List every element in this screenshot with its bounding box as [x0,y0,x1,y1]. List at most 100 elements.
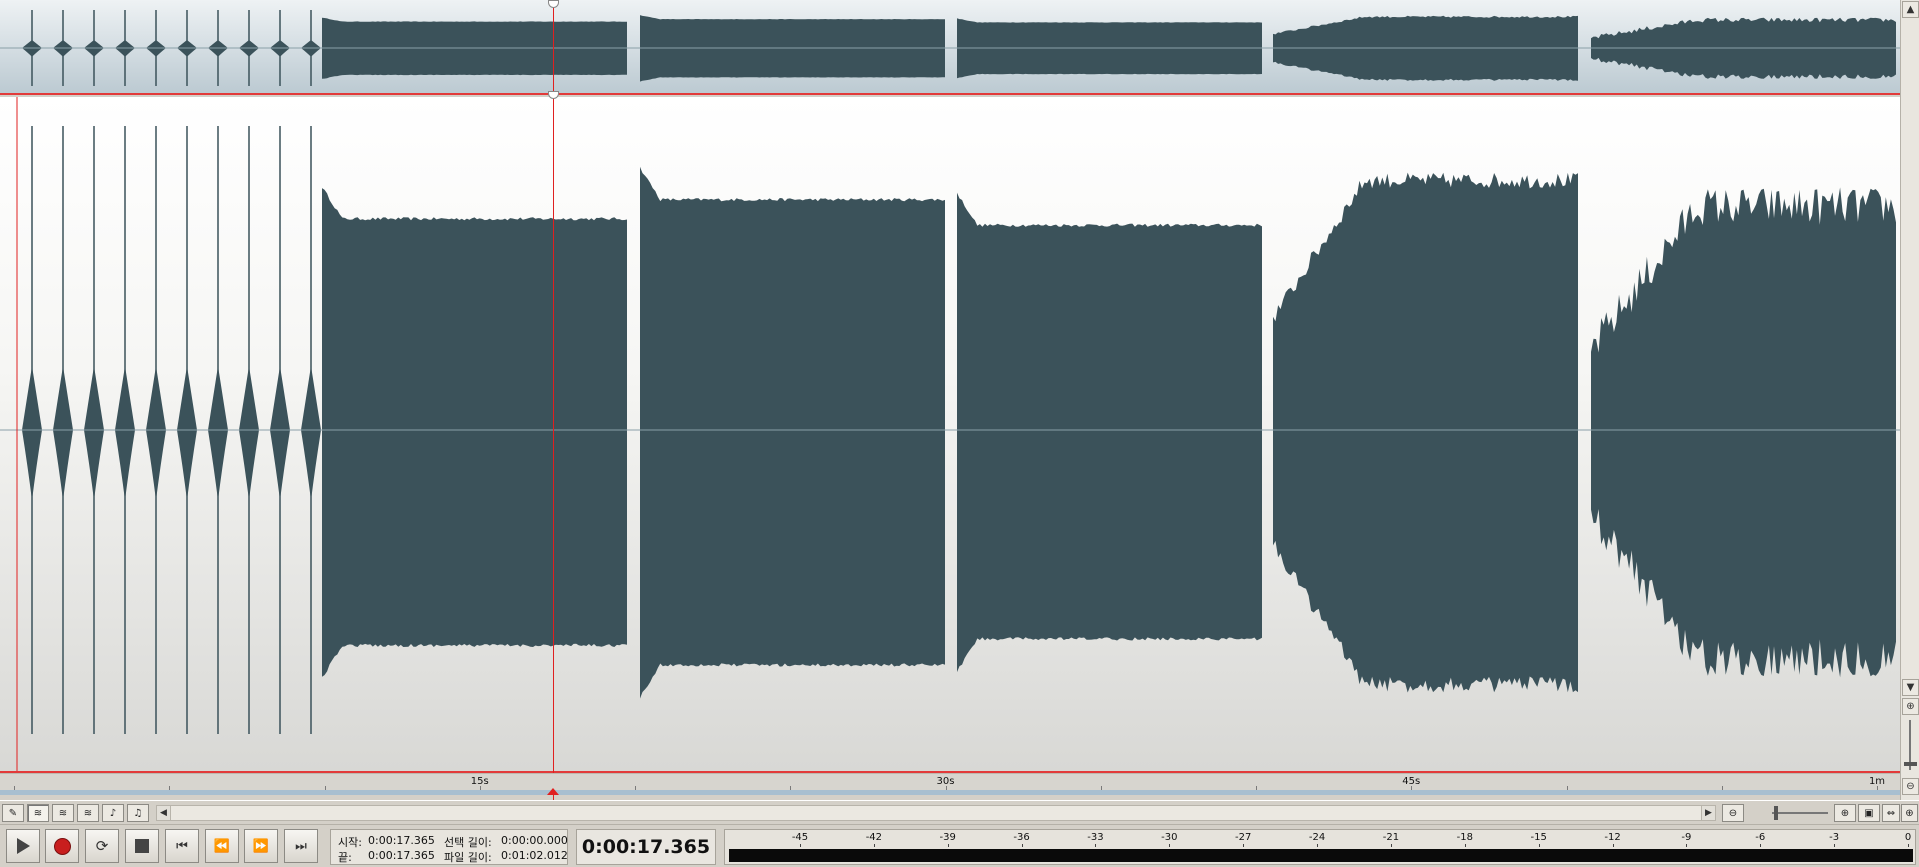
waveform-tone-block [957,192,1262,673]
record-button[interactable] [45,829,79,863]
level-meter: -45 -42 -39 -36 -33 -3 0 -27 -24 -21 -18 -15 -12 -9 -6… [724,829,1916,865]
waveform-pulse-body [301,366,321,501]
main-waveform-graphic [0,97,1900,772]
transport-bar: ⟳ ⏮ ⏪ ⏩ ⏭ 시작: 0:00:17.365 끝: 0:00:17.365… [0,824,1919,867]
skip-start-icon: ⏮ [176,838,188,854]
waveform-pulse-body [146,366,166,501]
rewind-button[interactable]: ⏪ [205,829,239,863]
waveform-pulse-body [22,366,42,501]
meter-scale-tick [1464,844,1466,847]
zoom-vertical-icon[interactable]: ⊕ [1901,804,1918,822]
spectral-view-tool-icon[interactable]: ≋ [77,804,99,822]
waveform-tone-block [640,166,945,699]
meter-scale-label: -15 [1530,832,1547,843]
tuning-fork-tool-icon[interactable]: ♪ [102,804,124,822]
meter-scale-label: -24 [1308,832,1326,843]
meter-scale-label: -12 [1604,832,1621,843]
waveform-pulse-body [208,366,228,501]
meter-scale-label: 0 [1904,832,1912,843]
time-ruler-bar[interactable] [0,790,1900,795]
vertical-zoom-thumb[interactable] [1904,762,1917,766]
scroll-right-icon[interactable]: ▶ [1701,806,1715,820]
scroll-down-icon[interactable]: ▼ [1902,679,1919,696]
meter-scale-label: -21 [1382,832,1400,843]
waveform-pulse-body [270,366,290,501]
file-length-label: 파일 길이: [444,851,492,864]
fast-forward-icon: ⏩ [252,838,270,854]
meter-scale-tick [1834,844,1836,847]
meter-scale-tick [1243,844,1245,847]
start-label: 시작: [338,836,362,849]
playhead-marker-icon[interactable] [547,788,559,795]
meter-scale-label: -33 [1087,832,1104,843]
audio-editor-window: ▲ ▼ ⊕ ⊖ 15s 30s 45s 1m ✎ ≋ ≋ ≋ ♪ ♫ ◀ ▶ ⊖ ⊕ ▣ ⇔ ⊕… [0,0,1919,867]
meter-scale-tick [1021,844,1023,847]
vertical-zoom-out-icon[interactable]: ⊖ [1902,778,1919,795]
meter-scale-label: -18 [1456,832,1473,843]
horizontal-scrollbar[interactable]: ◀ ▶ [156,805,1716,821]
meter-scale-tick [1390,844,1392,847]
go-to-start-button[interactable]: ⏮ [165,829,199,863]
meter-scale-label: -3 [1829,832,1840,843]
play-button[interactable] [6,829,40,863]
zoom-in-horizontal-icon[interactable]: ⊕ [1834,804,1856,822]
overview-waveform[interactable] [0,0,1900,95]
zoom-slider-track [1772,812,1828,814]
meter-scale-label: -36 [1013,832,1030,843]
selection-length-value: 0:00:00.000 [501,834,568,847]
zoom-selection-icon[interactable]: ▣ [1858,804,1880,822]
selection-length-label: 선택 길이: [444,836,492,849]
go-to-end-button[interactable]: ⏭ [284,829,318,863]
meter-scale-tick [873,844,875,847]
waveform-view-tool-icon[interactable]: ≋ [52,804,74,822]
start-value: 0:00:17.365 [368,834,435,847]
overview-waveform-graphic [0,10,1900,86]
zoom-full-icon[interactable]: ⇔ [1882,804,1900,822]
waveform-tone-block [1591,187,1896,678]
metronome-tool-icon[interactable]: ♫ [127,804,149,822]
meter-scale-tick [800,844,801,847]
waveform-pulse-body [115,366,135,501]
end-label: 끝: [338,851,352,864]
meter-scale-label: -45 [791,832,809,843]
meter-scale-tick [1538,844,1540,847]
meter-scale-tick [947,844,949,847]
end-value: 0:00:17.365 [368,849,435,862]
meter-scale-label: -27 [1235,832,1252,843]
main-waveform-view[interactable] [0,97,1900,772]
waveform-tone-block [322,188,627,677]
waveform-pulse-body [84,366,104,501]
current-time-display: 0:00:17.365 [576,829,716,865]
stop-button[interactable] [125,829,159,863]
select-waveform-tool-icon[interactable]: ≋ [27,804,49,822]
ruler-label: 30s [936,776,955,787]
ruler-label: 45s [1402,776,1421,787]
scroll-left-icon[interactable]: ◀ [157,806,171,820]
play-selection-button[interactable]: ⟳ [85,829,119,863]
ruler-label: 1m [1868,776,1886,787]
meter-scale-tick [1908,844,1909,847]
position-info-panel: 시작: 0:00:17.365 끝: 0:00:17.365 선택 길이: 0:… [330,829,568,865]
horizontal-zoom-slider[interactable] [1772,805,1828,821]
meter-scale-label: -42 [865,832,883,843]
vertical-zoom-in-icon[interactable]: ⊕ [1902,698,1919,715]
meter-scale-tick [1317,844,1319,847]
scroll-up-icon[interactable]: ▲ [1902,1,1919,18]
vertical-scrollbar[interactable]: ▲ ▼ ⊕ ⊖ [1900,0,1919,808]
meter-scale-tick [1760,844,1762,847]
pencil-tool-icon[interactable]: ✎ [2,804,24,822]
meter-scale-label: -39 [939,832,956,843]
meter-scale-label: -6 [1755,832,1766,843]
zoom-out-horizontal-icon[interactable]: ⊖ [1722,804,1744,822]
waveform-pulse-body [177,366,197,501]
tool-row: ✎ ≋ ≋ ≋ ♪ ♫ ◀ ▶ ⊖ ⊕ ▣ ⇔ ⊕ [0,800,1919,824]
play-icon [16,838,30,854]
playhead-cursor[interactable] [553,0,554,800]
meter-scale-tick [1169,844,1171,847]
skip-end-icon: ⏭ [295,838,307,854]
zoom-slider-thumb[interactable] [1774,806,1778,820]
meter-scale-label: -9 [1681,832,1692,843]
file-length-value: 0:01:02.012 [501,849,568,862]
fast-forward-button[interactable]: ⏩ [244,829,278,863]
time-ruler[interactable]: 15s 30s 45s 1m [0,773,1900,795]
